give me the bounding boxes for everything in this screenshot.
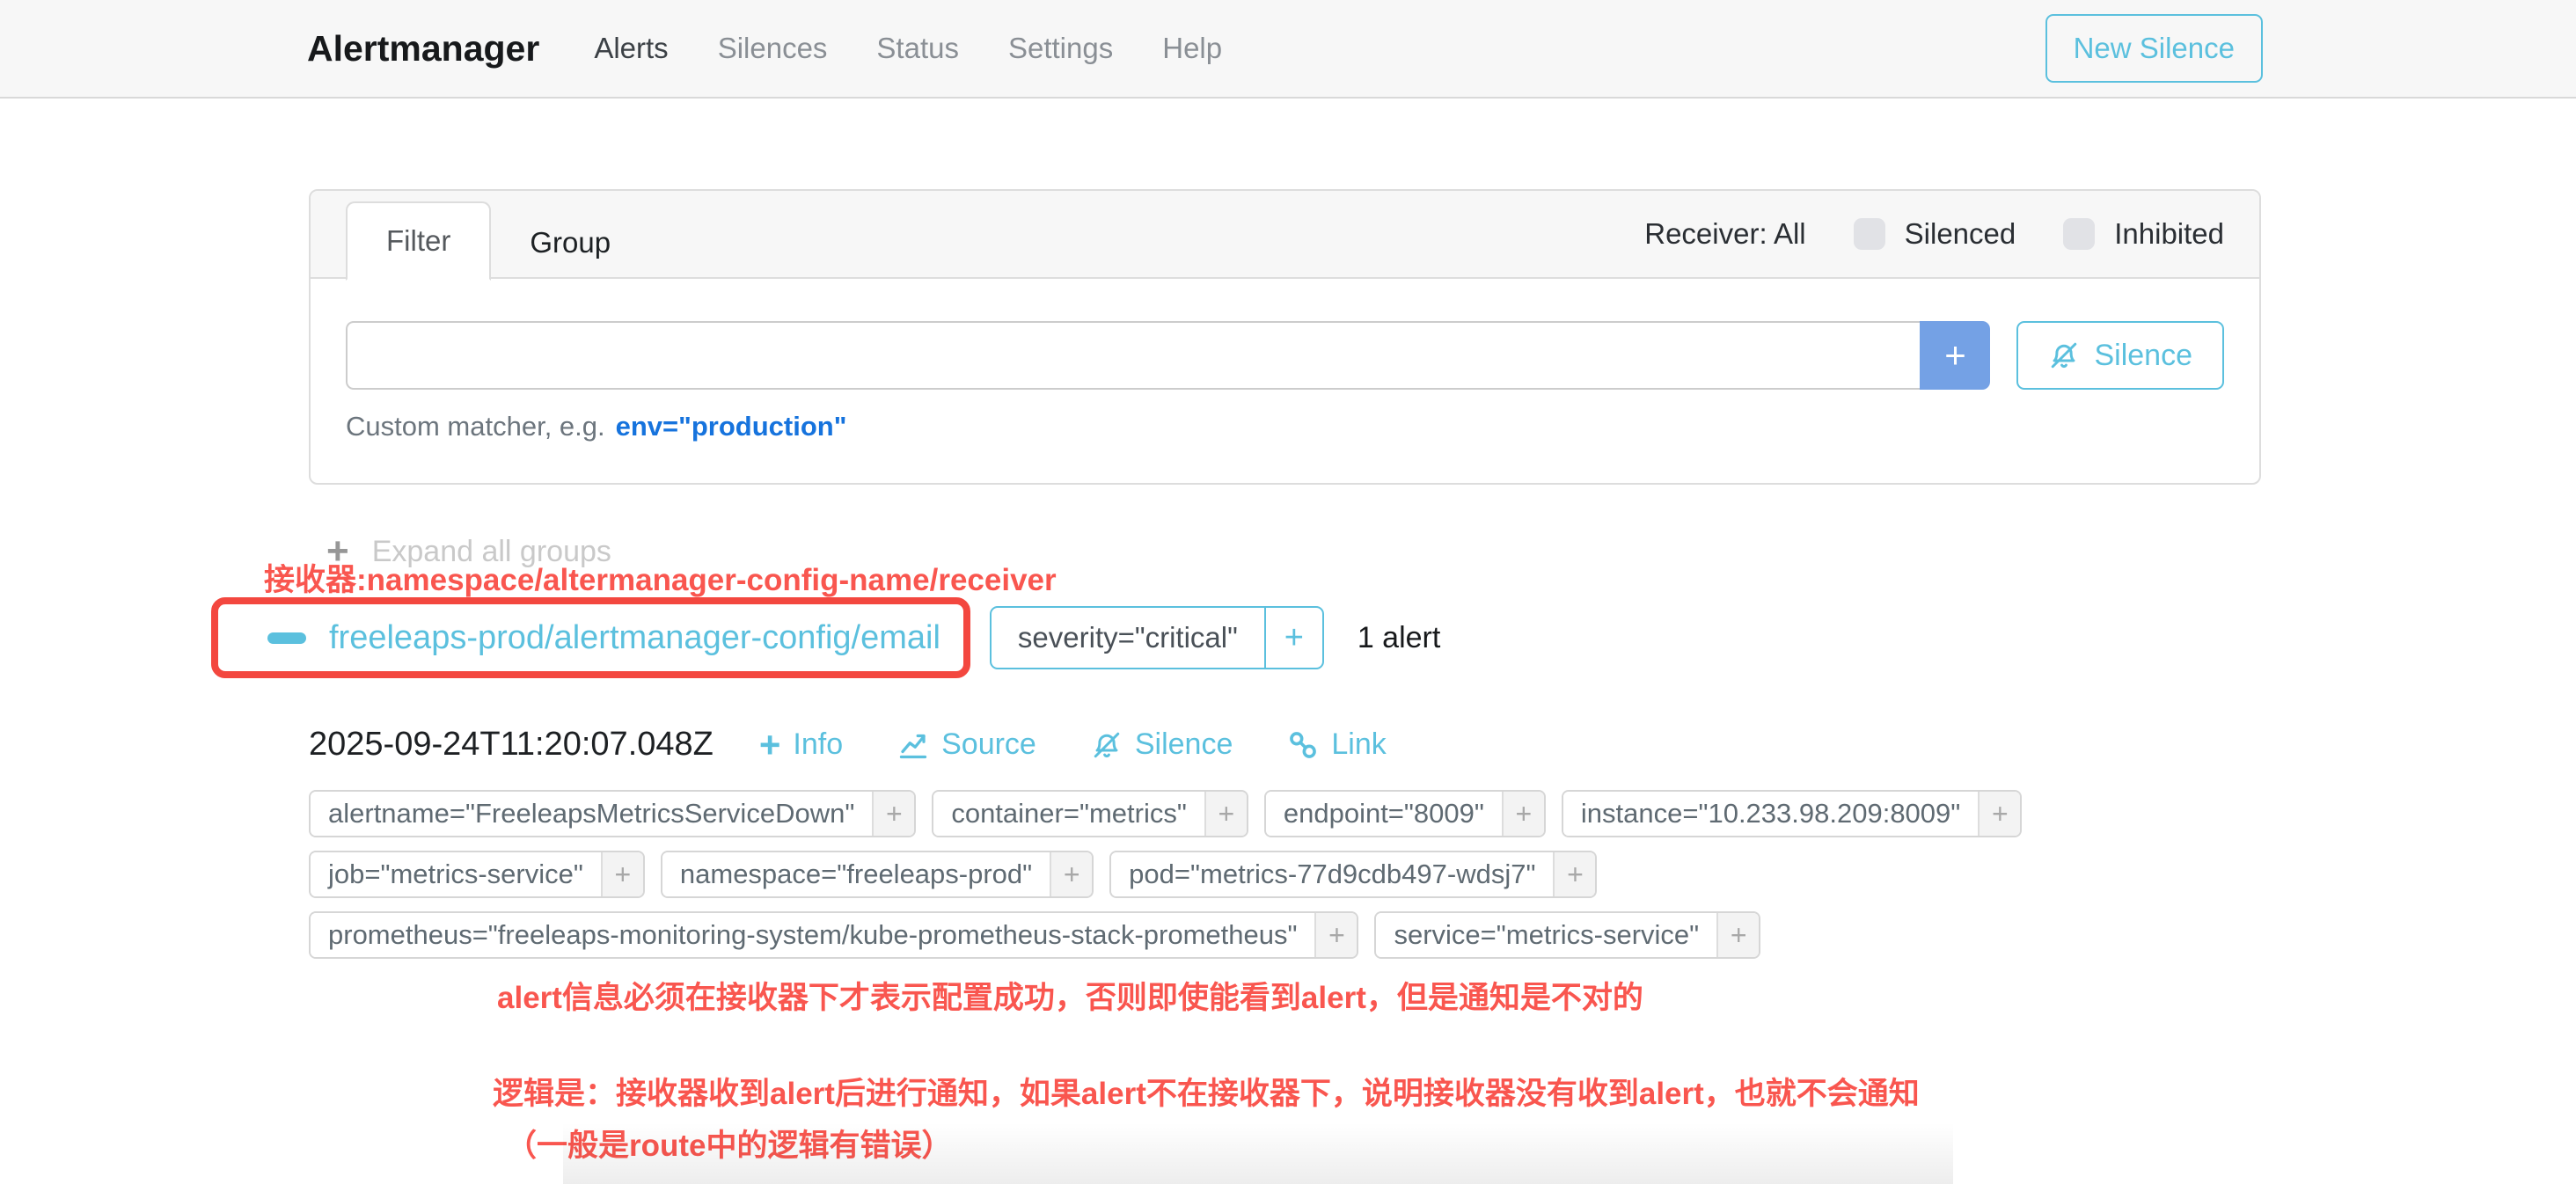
chart-line-icon <box>897 729 929 761</box>
nav-item-silences[interactable]: Silences <box>718 32 828 65</box>
alert-timestamp: 2025-09-24T11:20:07.048Z <box>309 726 714 764</box>
label-pill: namespace="freeleaps-prod" + <box>661 851 1094 898</box>
label-pill: endpoint="8009" + <box>1264 790 1546 837</box>
label-text: namespace="freeleaps-prod" <box>662 852 1050 896</box>
label-pill: service="metrics-service" + <box>1374 911 1760 959</box>
matcher-example-link[interactable]: env="production" <box>616 411 847 442</box>
annotation-line-1: alert信息必须在接收器下才表示配置成功，否则即使能看到alert，但是通知是… <box>497 973 2261 1018</box>
alert-info-button[interactable]: + Info <box>759 727 843 764</box>
silenced-checkbox-label: Silenced <box>1905 217 2016 251</box>
label-add-filter-button[interactable]: + <box>1050 852 1092 896</box>
bell-slash-icon <box>2048 340 2080 371</box>
alert-actions: + Info Source <box>759 727 1387 764</box>
filter-panel-body: + Silence Custom matcher, e.g. env="produ… <box>311 279 2259 483</box>
top-navbar: Alertmanager Alerts Silences Status Sett… <box>0 0 2576 99</box>
label-add-filter-button[interactable]: + <box>1314 913 1357 957</box>
matcher-hint-text: Custom matcher, e.g. <box>346 411 605 442</box>
label-add-filter-button[interactable]: + <box>1204 792 1247 836</box>
new-silence-button[interactable]: New Silence <box>2045 14 2263 83</box>
main-nav: Alerts Silences Status Settings Help <box>594 32 2045 65</box>
alert-info-label: Info <box>793 727 843 762</box>
bell-slash-icon <box>1091 729 1123 761</box>
nav-item-alerts[interactable]: Alerts <box>594 32 668 65</box>
group-matcher-label[interactable]: severity="critical" <box>992 608 1264 668</box>
label-pill: alertname="FreeleapsMetricsServiceDown" … <box>309 790 916 837</box>
receiver-annotation-text: 接收器:namespace/altermanager-config-name/r… <box>264 555 1057 600</box>
group-name-label: freeleaps-prod/alertmanager-config/email <box>329 619 940 657</box>
alert-source-label: Source <box>941 727 1036 762</box>
inhibited-checkbox-group[interactable]: Inhibited <box>2063 217 2224 251</box>
alert-labels: alertname="FreeleapsMetricsServiceDown" … <box>309 790 2261 959</box>
label-pill: instance="10.233.98.209:8009" + <box>1562 790 2022 837</box>
annotation-line-2: 逻辑是：接收器收到alert后进行通知，如果alert不在接收器下，说明接收器没… <box>493 1069 2261 1114</box>
label-text: pod="metrics-77d9cdb497-wdsj7" <box>1111 852 1553 896</box>
silence-filter-button[interactable]: Silence <box>2016 321 2224 390</box>
label-text: instance="10.233.98.209:8009" <box>1563 792 1978 836</box>
inhibited-checkbox[interactable] <box>2063 218 2095 250</box>
alert-header-row: 2025-09-24T11:20:07.048Z + Info Source <box>309 726 2261 764</box>
alert-group-row: freeleaps-prod/alertmanager-config/email… <box>211 597 2261 678</box>
group-alert-count: 1 alert <box>1358 621 1441 655</box>
alert-silence-button[interactable]: Silence <box>1091 727 1233 764</box>
label-add-filter-button[interactable]: + <box>872 792 914 836</box>
label-add-filter-button[interactable]: + <box>1716 913 1759 957</box>
label-text: endpoint="8009" <box>1266 792 1502 836</box>
label-pill: pod="metrics-77d9cdb497-wdsj7" + <box>1109 851 1597 898</box>
plus-icon: + <box>759 727 781 764</box>
matcher-input-row: + Silence <box>346 321 2224 390</box>
label-text: container="metrics" <box>933 792 1204 836</box>
annotation-line-3: （一般是route中的逻辑有错误） <box>506 1121 2261 1166</box>
add-matcher-button[interactable]: + <box>1920 321 1990 390</box>
label-text: prometheus="freeleaps-monitoring-system/… <box>311 913 1314 957</box>
annotation-red-box: freeleaps-prod/alertmanager-config/email <box>211 597 970 678</box>
label-pill: container="metrics" + <box>932 790 1248 837</box>
receiver-dropdown[interactable]: Receiver: All <box>1644 217 1805 251</box>
nav-item-help[interactable]: Help <box>1162 32 1222 65</box>
silenced-checkbox-group[interactable]: Silenced <box>1854 217 2016 251</box>
tab-filter[interactable]: Filter <box>346 201 491 281</box>
group-collapse-button[interactable]: freeleaps-prod/alertmanager-config/email <box>218 619 963 657</box>
nav-item-status[interactable]: Status <box>876 32 959 65</box>
filter-panel-header: Filter Group Receiver: All Silenced Inhi… <box>311 191 2259 279</box>
alert-silence-label: Silence <box>1135 727 1233 762</box>
nav-item-settings[interactable]: Settings <box>1008 32 1113 65</box>
matcher-hint: Custom matcher, e.g. env="production" <box>346 411 2224 442</box>
label-pill: job="metrics-service" + <box>309 851 645 898</box>
alert-permalink[interactable]: Link <box>1287 727 1386 764</box>
group-matcher-add-button[interactable]: + <box>1264 608 1322 668</box>
label-pill: prometheus="freeleaps-monitoring-system/… <box>309 911 1358 959</box>
link-icon <box>1287 729 1319 761</box>
matcher-input[interactable] <box>346 321 1920 390</box>
label-add-filter-button[interactable]: + <box>601 852 643 896</box>
label-add-filter-button[interactable]: + <box>1553 852 1595 896</box>
alert-detail: 2025-09-24T11:20:07.048Z + Info Source <box>309 726 2261 1166</box>
filter-tabs: Filter Group <box>346 191 649 281</box>
label-text: job="metrics-service" <box>311 852 601 896</box>
tab-group[interactable]: Group <box>491 205 649 281</box>
silenced-checkbox[interactable] <box>1854 218 1885 250</box>
matcher-input-group: + <box>346 321 1990 390</box>
filter-options: Receiver: All Silenced Inhibited <box>1644 217 2224 251</box>
filter-panel: Filter Group Receiver: All Silenced Inhi… <box>309 189 2261 485</box>
inhibited-checkbox-label: Inhibited <box>2114 217 2224 251</box>
alert-groups-section: + Expand all groups 接收器:namespace/alterm… <box>309 530 2261 1166</box>
label-add-filter-button[interactable]: + <box>1502 792 1544 836</box>
main-content: Filter Group Receiver: All Silenced Inhi… <box>309 189 2261 1166</box>
app-brand[interactable]: Alertmanager <box>307 28 539 69</box>
label-text: service="metrics-service" <box>1376 913 1716 957</box>
group-matcher-pill: severity="critical" + <box>990 606 1324 669</box>
minus-icon <box>267 632 306 644</box>
label-add-filter-button[interactable]: + <box>1978 792 2020 836</box>
silence-filter-button-label: Silence <box>2094 339 2192 373</box>
alert-link-label: Link <box>1331 727 1386 762</box>
alert-source-link[interactable]: Source <box>897 727 1036 764</box>
label-text: alertname="FreeleapsMetricsServiceDown" <box>311 792 872 836</box>
